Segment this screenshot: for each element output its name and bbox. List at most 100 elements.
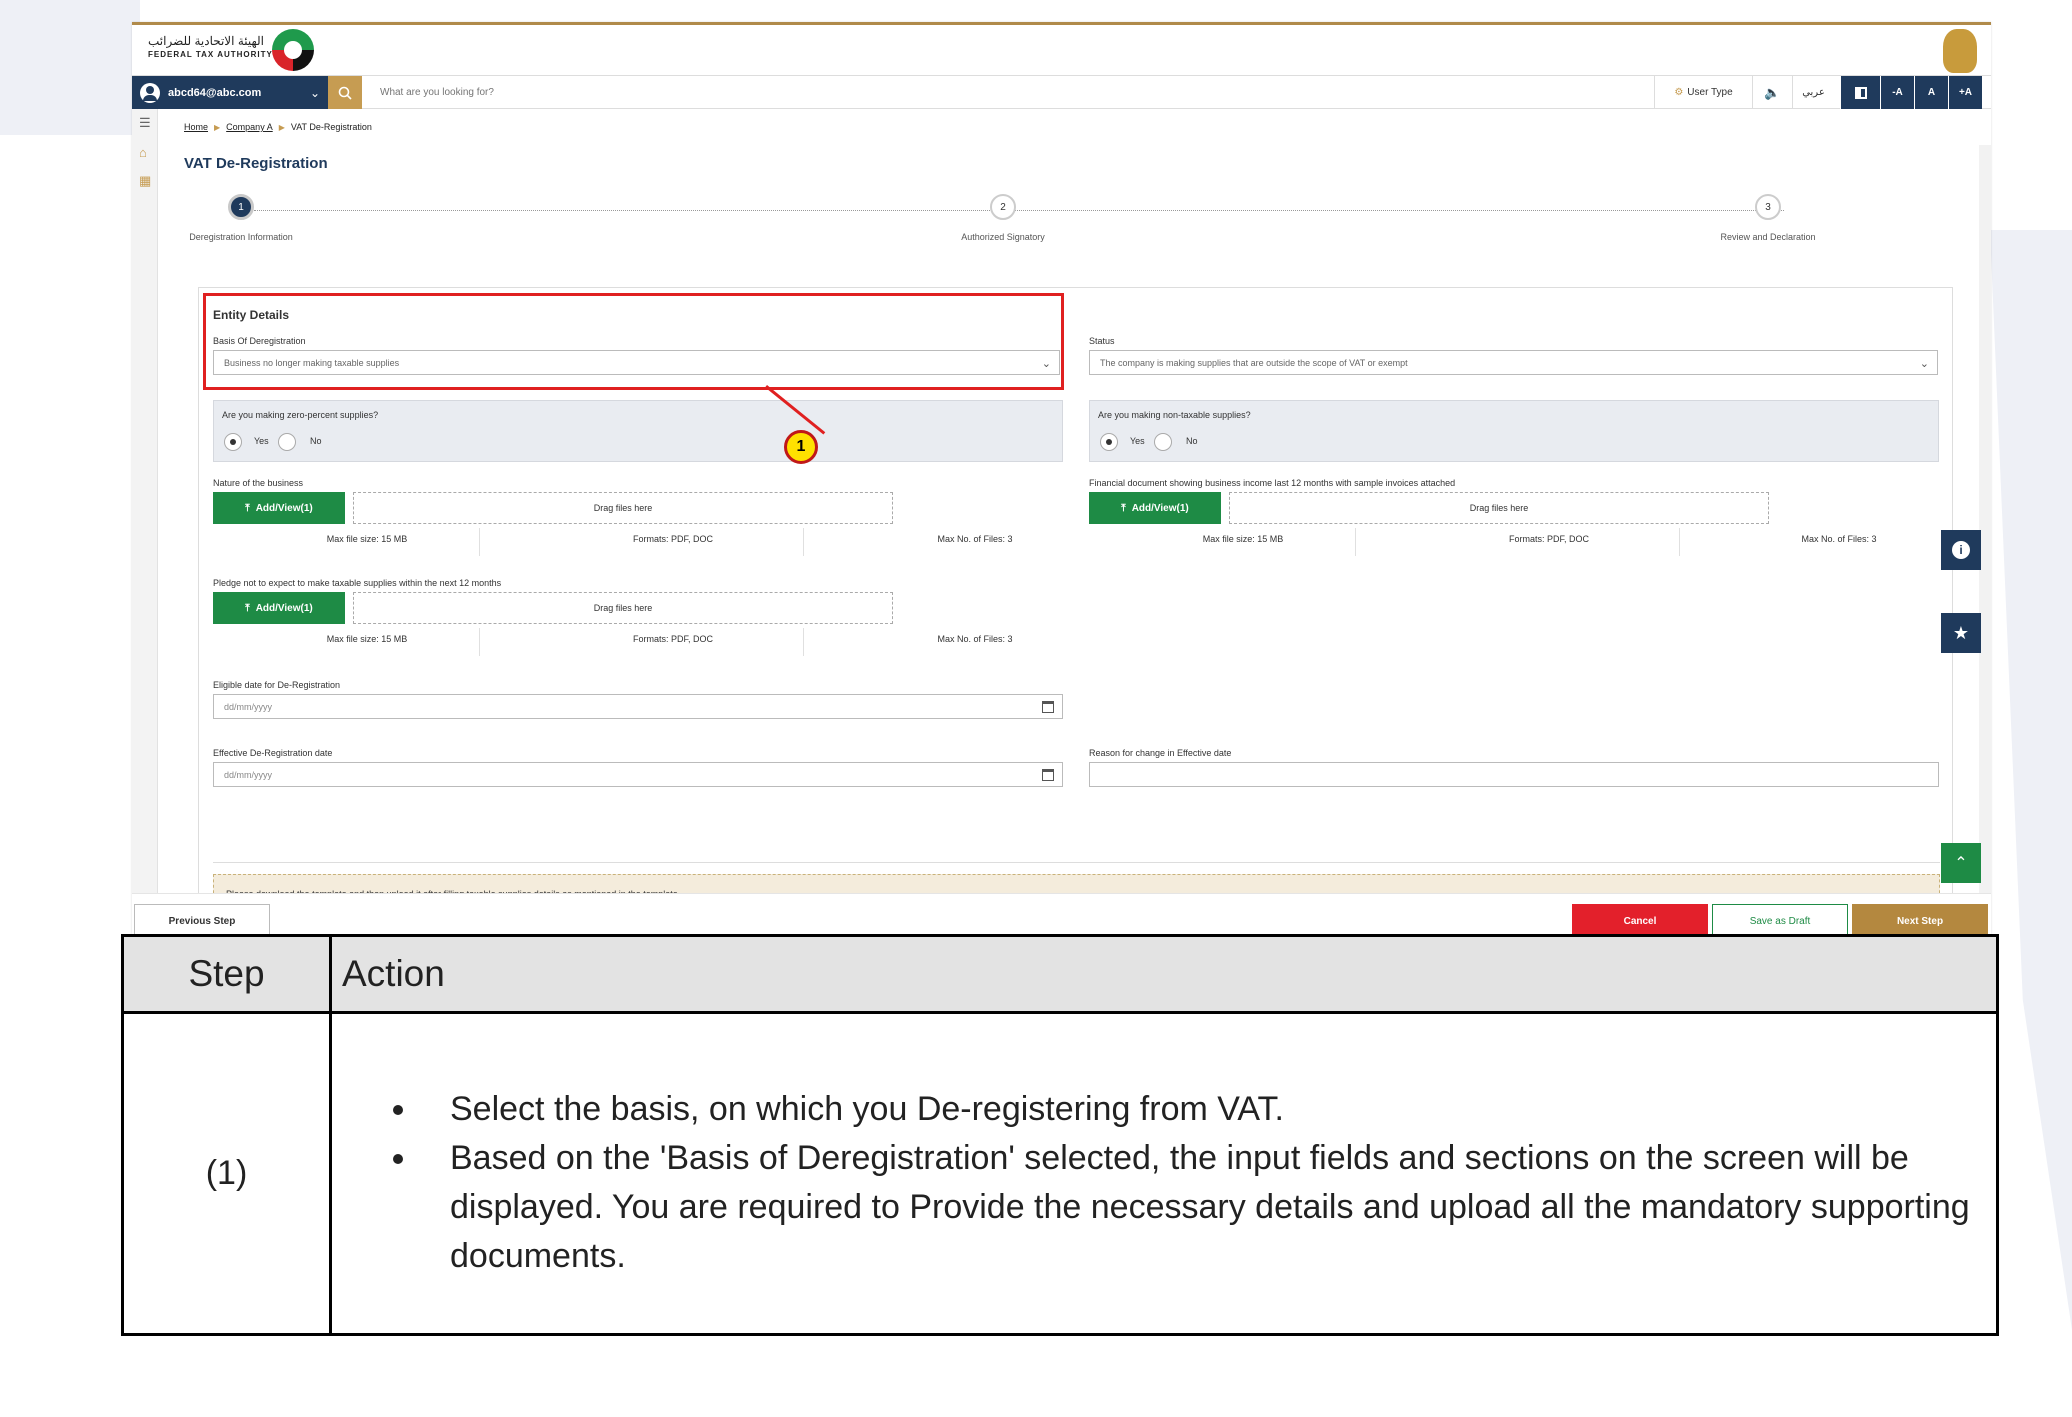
- audio-button[interactable]: 🔈: [1752, 76, 1792, 109]
- list-item: Based on the 'Basis of Deregistration' s…: [420, 1134, 1986, 1281]
- user-avatar-icon: [140, 82, 160, 103]
- star-icon: ★: [1952, 622, 1970, 643]
- breadcrumb-company[interactable]: Company A: [226, 122, 273, 132]
- upload-icon: ⤒: [245, 502, 250, 514]
- step-1-indicator: 1: [228, 194, 254, 220]
- zero-percent-question-text: Are you making zero-percent supplies?: [222, 410, 379, 420]
- eligible-date-label: Eligible date for De-Registration: [213, 680, 341, 690]
- step-3-indicator: 3: [1755, 194, 1781, 220]
- next-step-button[interactable]: Next Step: [1852, 904, 1988, 934]
- font-decrease-label: -A: [1892, 87, 1903, 98]
- user-type-selector[interactable]: ⚙ User Type: [1654, 76, 1752, 109]
- stepper-line: [254, 210, 1784, 211]
- font-increase-label: +A: [1958, 87, 1973, 98]
- financial-add-view-button[interactable]: ⤒ Add/View(1): [1089, 492, 1221, 524]
- nontax-yes-radio[interactable]: [1100, 433, 1118, 451]
- step-column-header: Step: [121, 934, 332, 1014]
- non-taxable-question-text: Are you making non-taxable supplies?: [1098, 410, 1251, 420]
- save-draft-label: Save as Draft: [1749, 915, 1811, 927]
- save-draft-button[interactable]: Save as Draft: [1712, 904, 1848, 934]
- eligible-date-input[interactable]: dd/mm/yyyy: [213, 694, 1063, 719]
- pledge-drop-zone[interactable]: Drag files here: [353, 592, 893, 624]
- action-column-header: Action: [329, 934, 1999, 1014]
- breadcrumb-home[interactable]: Home: [184, 122, 208, 132]
- calendar-icon[interactable]: [1042, 701, 1054, 713]
- search-input[interactable]: [364, 80, 924, 105]
- search-button[interactable]: [328, 76, 362, 109]
- drag-files-text: Drag files here: [593, 603, 653, 613]
- status-select[interactable]: The company is making supplies that are …: [1089, 350, 1938, 375]
- step-1-number: 1: [238, 201, 244, 213]
- user-email: abcd64@abc.com: [168, 86, 262, 99]
- section-divider: [213, 862, 1940, 863]
- nature-drop-zone[interactable]: Drag files here: [353, 492, 893, 524]
- cancel-button[interactable]: Cancel: [1572, 904, 1708, 934]
- instruction-table: Step Action (1) Select the basis, on whi…: [121, 934, 1999, 1336]
- step-cell: (1): [121, 1011, 332, 1336]
- user-type-label: User Type: [1687, 87, 1733, 98]
- previous-step-label: Previous Step: [168, 915, 236, 927]
- info-icon: i: [1952, 541, 1970, 559]
- arabic-label: عربي: [1802, 87, 1825, 98]
- speaker-icon: 🔈: [1764, 84, 1781, 100]
- chevron-down-icon: ⌄: [1919, 358, 1929, 370]
- add-view-label: Add/View(1): [255, 502, 313, 514]
- list-item: Select the basis, on which you De-regist…: [420, 1085, 1986, 1134]
- non-taxable-question: Are you making non-taxable supplies? Yes…: [1089, 400, 1939, 462]
- favorite-button[interactable]: ★: [1941, 613, 1981, 653]
- app-window: الهيئة الاتحادية للضرائب FEDERAL TAX AUT…: [132, 22, 1991, 934]
- effective-date-input[interactable]: dd/mm/yyyy: [213, 762, 1063, 787]
- fta-logo: الهيئة الاتحادية للضرائب FEDERAL TAX AUT…: [148, 35, 273, 61]
- formats-text: Formats: PDF, DOC: [1508, 534, 1589, 544]
- search-icon: [338, 86, 352, 100]
- breadcrumb-current: VAT De-Registration: [290, 122, 372, 132]
- hamburger-menu-icon[interactable]: ☰: [139, 116, 153, 129]
- next-step-label: Next Step: [1896, 915, 1944, 927]
- formats-text: Formats: PDF, DOC: [632, 634, 713, 644]
- background-shape-right: [1990, 230, 2072, 1330]
- home-icon[interactable]: ⌂: [139, 146, 153, 159]
- font-normal-button[interactable]: A: [1914, 76, 1948, 109]
- add-view-label: Add/View(1): [255, 602, 313, 614]
- nontax-no-radio[interactable]: [1154, 433, 1172, 451]
- max-files-text: Max No. of Files: 3: [937, 634, 1013, 644]
- background-shape-left: [0, 0, 140, 135]
- zero-yes-radio[interactable]: [224, 433, 242, 451]
- font-increase-button[interactable]: +A: [1948, 76, 1982, 109]
- info-button[interactable]: i: [1941, 530, 1981, 570]
- font-decrease-button[interactable]: -A: [1880, 76, 1914, 109]
- callout-highlight-box: [203, 293, 1064, 390]
- financial-drop-zone[interactable]: Drag files here: [1229, 492, 1769, 524]
- scroll-top-button[interactable]: ⌃: [1941, 843, 1981, 883]
- previous-step-button[interactable]: Previous Step: [134, 904, 270, 934]
- step-3-number: 3: [1765, 201, 1771, 213]
- chevron-down-icon: ⌄: [309, 85, 320, 100]
- user-menu[interactable]: abcd64@abc.com ⌄: [132, 76, 328, 109]
- date-placeholder: dd/mm/yyyy: [224, 769, 273, 780]
- table-row: (1) Select the basis, on which you De-re…: [121, 1011, 1999, 1336]
- cancel-label: Cancel: [1623, 915, 1657, 927]
- nontax-yes-label: Yes: [1130, 436, 1145, 446]
- logo-arabic-text: الهيئة الاتحادية للضرائب: [148, 34, 265, 48]
- fta-emblem-icon: [272, 29, 314, 71]
- status-value: The company is making supplies that are …: [1100, 357, 1408, 368]
- divider: [1355, 528, 1356, 556]
- divider: [479, 628, 480, 656]
- apps-grid-icon[interactable]: ▦: [139, 174, 153, 187]
- reason-input[interactable]: [1089, 762, 1939, 787]
- contrast-button[interactable]: [1840, 76, 1880, 109]
- pledge-add-view-button[interactable]: ⤒ Add/View(1): [213, 592, 345, 624]
- gear-icon: ⚙: [1674, 87, 1684, 98]
- calendar-icon[interactable]: [1042, 769, 1054, 781]
- max-files-text: Max No. of Files: 3: [937, 534, 1013, 544]
- arabic-language-button[interactable]: عربي: [1792, 76, 1834, 109]
- step-2-label: Authorized Signatory: [961, 232, 1045, 242]
- nature-add-view-button[interactable]: ⤒ Add/View(1): [213, 492, 345, 524]
- page-title: VAT De-Registration: [184, 155, 328, 172]
- divider: [1679, 528, 1680, 556]
- breadcrumb-separator-icon: ▶: [214, 123, 221, 132]
- logo-bar: الهيئة الاتحادية للضرائب FEDERAL TAX AUT…: [132, 25, 1991, 75]
- divider: [803, 528, 804, 556]
- zero-no-radio[interactable]: [278, 433, 296, 451]
- upload-icon: ⤒: [1121, 502, 1126, 514]
